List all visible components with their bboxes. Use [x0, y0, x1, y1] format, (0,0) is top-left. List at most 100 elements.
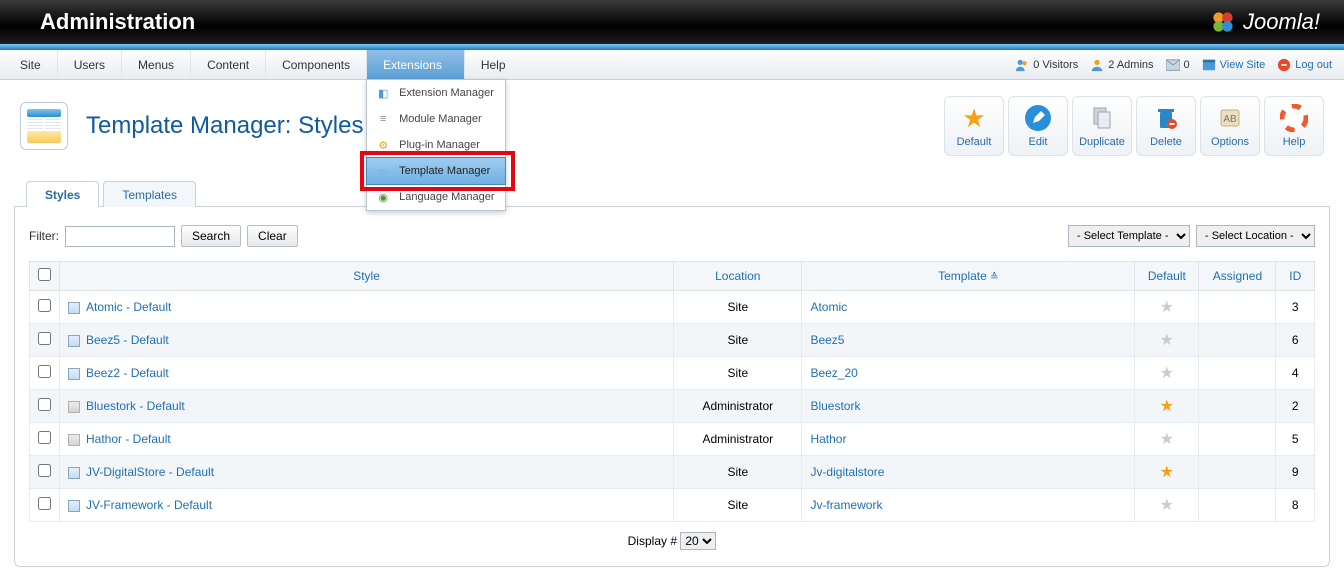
tab-templates[interactable]: Templates [103, 181, 196, 207]
default-button[interactable]: ★Default [944, 96, 1004, 156]
style-link[interactable]: Beez2 - Default [86, 366, 169, 380]
row-checkbox[interactable] [38, 299, 51, 312]
page-heading: Administration [40, 9, 195, 35]
dropdown-template-manager[interactable]: ▭Template Manager [366, 157, 506, 185]
select-template-filter[interactable]: - Select Template - [1068, 225, 1190, 247]
users-icon [1015, 58, 1029, 72]
menu-help[interactable]: Help [464, 50, 522, 79]
table-row: Hathor - DefaultAdministratorHathor★5 [30, 423, 1315, 456]
template-link[interactable]: Hathor [810, 432, 846, 446]
default-star[interactable]: ★ [1160, 365, 1174, 382]
template-link[interactable]: Bluestork [810, 399, 860, 413]
assigned-cell [1199, 489, 1276, 522]
template-link[interactable]: Beez5 [810, 333, 844, 347]
default-star[interactable]: ★ [1160, 497, 1174, 514]
col-checkbox [30, 262, 60, 291]
view-site-link[interactable]: View Site [1202, 58, 1266, 72]
col-location[interactable]: Location [674, 262, 802, 291]
dropdown-plug-in-manager[interactable]: ⚙Plug-in Manager [367, 132, 505, 158]
default-star[interactable]: ★ [1160, 464, 1174, 481]
copy-icon [1088, 104, 1116, 132]
duplicate-button[interactable]: Duplicate [1072, 96, 1132, 156]
dropdown-extension-manager[interactable]: ◧Extension Manager [367, 80, 505, 106]
status-bar: 0 Visitors 2 Admins 0 View Site Log out [1015, 58, 1332, 72]
pencil-icon [1024, 104, 1052, 132]
menu-extensions[interactable]: Extensions◧Extension Manager≡Module Mana… [366, 50, 464, 79]
style-link[interactable]: Atomic - Default [86, 300, 171, 314]
template-link[interactable]: Atomic [810, 300, 847, 314]
site-icon [68, 500, 80, 512]
options-button[interactable]: ABOptions [1200, 96, 1260, 156]
style-link[interactable]: Hathor - Default [86, 432, 171, 446]
edit-button[interactable]: Edit [1008, 96, 1068, 156]
star-icon: ★ [960, 104, 988, 132]
row-checkbox[interactable] [38, 497, 51, 510]
status-messages[interactable]: 0 [1166, 59, 1190, 71]
filter-row: Filter: Search Clear - Select Template -… [29, 225, 1315, 247]
select-location-filter[interactable]: - Select Location - [1196, 225, 1315, 247]
id-cell: 4 [1276, 357, 1315, 390]
id-cell: 8 [1276, 489, 1315, 522]
default-star[interactable]: ★ [1160, 332, 1174, 349]
assigned-cell [1199, 357, 1276, 390]
row-checkbox[interactable] [38, 365, 51, 378]
row-checkbox[interactable] [38, 431, 51, 444]
display-select[interactable]: 20 [680, 532, 716, 550]
site-icon [68, 302, 80, 314]
filter-input[interactable] [65, 226, 175, 247]
clear-button[interactable]: Clear [247, 225, 298, 247]
location-cell: Site [674, 489, 802, 522]
dropdown-language-manager[interactable]: ◉Language Manager [367, 184, 505, 210]
main-content: Template Manager: Styles ★DefaultEditDup… [0, 80, 1344, 587]
style-link[interactable]: JV-DigitalStore - Default [86, 465, 214, 479]
display-row: Display # 20 [29, 522, 1315, 552]
col-template[interactable]: Template ≙ [802, 262, 1135, 291]
row-checkbox[interactable] [38, 398, 51, 411]
default-star[interactable]: ★ [1160, 431, 1174, 448]
menu-menus[interactable]: Menus [121, 50, 190, 79]
menu-content[interactable]: Content [190, 50, 265, 79]
svg-text:AB: AB [1223, 114, 1237, 125]
template-link[interactable]: Jv-digitalstore [810, 465, 884, 479]
template-link[interactable]: Beez_20 [810, 366, 857, 380]
logout-link[interactable]: Log out [1277, 58, 1332, 72]
status-admins[interactable]: 2 Admins [1090, 58, 1153, 72]
table-row: Atomic - DefaultSiteAtomic★3 [30, 291, 1315, 324]
page-title: Template Manager: Styles [86, 112, 363, 140]
filter-label: Filter: [29, 229, 59, 243]
tab-styles[interactable]: Styles [26, 181, 99, 207]
row-checkbox[interactable] [38, 332, 51, 345]
site-icon [68, 467, 80, 479]
help-button[interactable]: Help [1264, 96, 1324, 156]
template-manager-icon [20, 102, 68, 150]
default-star[interactable]: ★ [1160, 398, 1174, 415]
location-cell: Site [674, 456, 802, 489]
search-button[interactable]: Search [181, 225, 241, 247]
menu-site[interactable]: Site [12, 50, 57, 79]
template-icon: ▭ [375, 163, 391, 179]
extensions-dropdown: ◧Extension Manager≡Module Manager⚙Plug-i… [366, 79, 506, 211]
default-star[interactable]: ★ [1160, 299, 1174, 316]
site-icon [68, 368, 80, 380]
panel: Filter: Search Clear - Select Template -… [14, 207, 1330, 567]
style-link[interactable]: Beez5 - Default [86, 333, 169, 347]
dropdown-module-manager[interactable]: ≡Module Manager [367, 106, 505, 132]
select-all-checkbox[interactable] [38, 268, 51, 281]
lifebuoy-icon [1280, 104, 1308, 132]
table-row: Bluestork - DefaultAdministratorBluestor… [30, 390, 1315, 423]
location-cell: Site [674, 357, 802, 390]
tabs: StylesTemplates [14, 180, 1330, 207]
style-link[interactable]: JV-Framework - Default [86, 498, 212, 512]
menu-components[interactable]: Components [265, 50, 366, 79]
stack-icon: ≡ [375, 111, 391, 127]
status-visitors[interactable]: 0 Visitors [1015, 58, 1078, 72]
style-link[interactable]: Bluestork - Default [86, 399, 185, 413]
admin-icon [1090, 58, 1104, 72]
delete-button[interactable]: Delete [1136, 96, 1196, 156]
trash-icon [1152, 104, 1180, 132]
col-style[interactable]: Style [60, 262, 674, 291]
row-checkbox[interactable] [38, 464, 51, 477]
template-link[interactable]: Jv-framework [810, 498, 882, 512]
menu-users[interactable]: Users [57, 50, 121, 79]
globe-icon: ◉ [375, 189, 391, 205]
